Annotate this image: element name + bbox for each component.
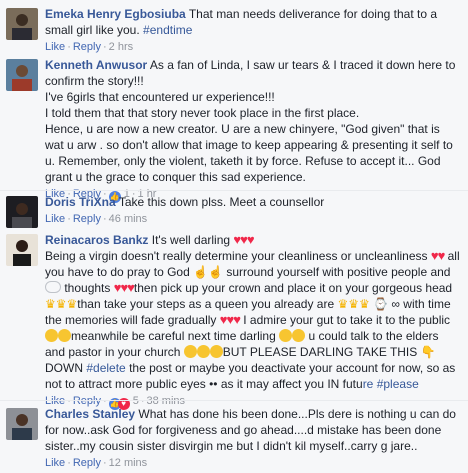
comment: Reinacaros Bankz It's well darling ♥♥♥ B…	[0, 232, 468, 410]
comment-body: Take this down plss. Meet a counsellor	[118, 195, 325, 209]
comment-actions: Like · Reply · 46 mins	[45, 213, 148, 225]
comment-body: meanwhile be careful next time darling	[71, 329, 276, 343]
comment-body: as it may affect you IN futu	[220, 377, 363, 391]
comment: Doris TriXna Take this down plss. Meet a…	[0, 194, 468, 228]
comment-text: Doris TriXna Take this down plss. Meet a…	[45, 194, 460, 210]
comment-author[interactable]: Emeka Henry Egbosiuba	[45, 7, 186, 21]
like-button[interactable]: Like	[45, 213, 65, 225]
heart-icon: ♥♥♥	[233, 232, 254, 247]
reply-button[interactable]: Reply	[73, 457, 101, 469]
comment-body: It's well darling	[151, 233, 231, 247]
thought-bubble-icon	[45, 281, 61, 293]
reply-button[interactable]: Reply	[73, 41, 101, 53]
pointing-hand-icon: ☝☝	[193, 265, 223, 279]
divider	[0, 400, 468, 401]
comment-time[interactable]: 46 mins	[109, 213, 148, 225]
smile-icon	[209, 345, 223, 358]
comment-body: I told them that that story never took p…	[45, 106, 360, 120]
comment-body: than take your steps as a queen you alre…	[77, 297, 335, 311]
comment-time[interactable]: 12 mins	[109, 457, 148, 469]
reply-button[interactable]: Reply	[73, 213, 101, 225]
comment-actions: Like · Reply · 12 mins	[45, 457, 148, 469]
comment-author[interactable]: Kenneth Anwusor	[45, 58, 147, 72]
comment-body: I've 6girls that encountered ur experien…	[45, 90, 275, 104]
comment-body: Being a virgin doesn't really determine …	[45, 249, 428, 263]
pointing-down-icon: 👇	[420, 345, 436, 359]
smile-icon	[58, 329, 71, 342]
comment: Charles Stanley What has done his been d…	[0, 406, 468, 470]
comment-body: I admire your gut to take it to the publ…	[243, 313, 451, 327]
heart-icon: ♥♥	[430, 248, 445, 263]
crown-icon: ♛♛♛	[45, 297, 78, 311]
comment-body: Hence, u are now a new creator. U are a …	[45, 122, 453, 184]
comments-list: Emeka Henry Egbosiuba That man needs del…	[0, 0, 468, 473]
comment-text: Charles Stanley What has done his been d…	[45, 406, 460, 454]
smile-icon	[279, 329, 293, 342]
eyes-icon: ••	[209, 377, 218, 391]
comment-text: Reinacaros Bankz It's well darling ♥♥♥ B…	[45, 232, 460, 392]
comment-text: Kenneth Anwusor As a fan of Linda, I saw…	[45, 57, 460, 185]
comment-author[interactable]: Doris TriXna	[45, 195, 116, 209]
divider	[0, 190, 468, 191]
smile-icon	[196, 345, 210, 358]
hashtag-link[interactable]: #endtime	[143, 23, 192, 37]
comment-text: Emeka Henry Egbosiuba That man needs del…	[45, 6, 460, 38]
heart-icon: ♥♥♥	[113, 280, 135, 295]
comment: Kenneth Anwusor As a fan of Linda, I saw…	[0, 57, 468, 203]
avatar[interactable]	[6, 196, 38, 228]
avatar[interactable]	[6, 59, 38, 91]
smile-icon	[183, 345, 197, 358]
like-button[interactable]: Like	[45, 41, 65, 53]
smile-icon	[45, 329, 58, 342]
comment-author[interactable]: Reinacaros Bankz	[45, 233, 148, 247]
hashtag-link[interactable]: #delete	[86, 361, 125, 375]
crown-icon: ♛♛♛	[337, 297, 370, 311]
comment-body: re	[362, 377, 374, 391]
glasses-icon: ⌚ ∞	[373, 297, 400, 311]
comment-body: thoughts	[64, 281, 111, 295]
comment-body: then pick up your crown and place it on …	[133, 281, 453, 295]
avatar[interactable]	[6, 8, 38, 40]
comment-body: DOWN	[45, 361, 83, 375]
comment: Emeka Henry Egbosiuba That man needs del…	[0, 6, 468, 54]
avatar[interactable]	[6, 234, 38, 266]
comment-author[interactable]: Charles Stanley	[45, 407, 135, 421]
comment-actions: Like · Reply · 2 hrs	[45, 41, 134, 53]
comment-time[interactable]: 2 hrs	[109, 41, 133, 53]
like-button[interactable]: Like	[45, 457, 65, 469]
comment-body: surround yourself with positive people a…	[226, 265, 451, 279]
hashtag-link[interactable]: #please	[377, 377, 419, 391]
avatar[interactable]	[6, 408, 38, 440]
smile-icon	[292, 329, 306, 342]
comment-body: BUT PLEASE DARLING TAKE THIS	[222, 345, 418, 359]
heart-icon: ♥♥♥	[219, 312, 241, 327]
